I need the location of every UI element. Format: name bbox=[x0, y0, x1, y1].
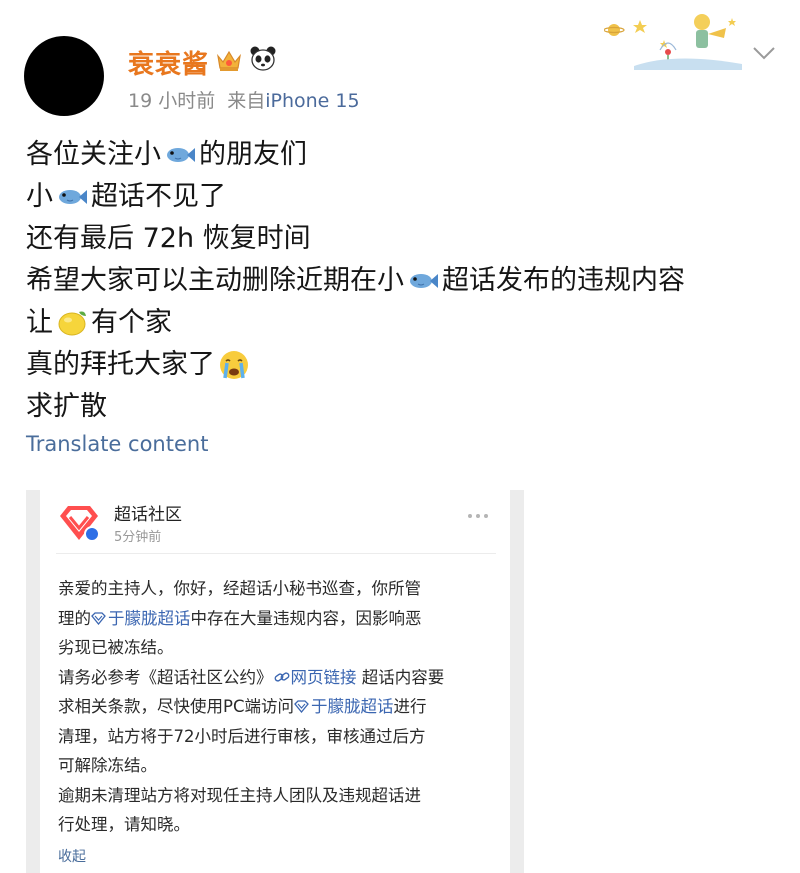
notice-body: 亲爱的主持人，你好，经超话小秘书巡查，你所管 理的 于朦胧超话中存在大量违规内容，因… bbox=[58, 574, 498, 840]
translate-link[interactable]: Translate content bbox=[26, 432, 208, 456]
chaohua-gem-icon bbox=[91, 611, 106, 625]
notice-text: 亲爱的主持人，你好，经超话小秘书巡查，你所管 bbox=[58, 579, 421, 598]
post-meta: 19 小时前 来自iPhone 15 bbox=[128, 86, 360, 113]
author-badges bbox=[214, 44, 278, 74]
lemon-icon bbox=[58, 311, 86, 336]
content-line: 小 超话不见了 bbox=[26, 176, 685, 218]
verified-icon bbox=[84, 526, 100, 542]
content-line: 真的拜托大家了 bbox=[26, 344, 685, 386]
notice-line: 清理，站方将于72小时后进行审核，审核通过后方 bbox=[58, 722, 498, 752]
card-account-name[interactable]: 超话社区 bbox=[114, 500, 182, 525]
fish-icon bbox=[167, 148, 195, 162]
notice-text: 超话内容要 bbox=[356, 667, 445, 687]
notice-line: 劣现已被冻结。 bbox=[58, 633, 498, 663]
post-content: 各位关注小 的朋友们小 超话不见了还有最后 72h 恢复时间希望大家可以主动删除近期… bbox=[26, 134, 685, 428]
device-name[interactable]: iPhone 15 bbox=[265, 90, 359, 112]
notice-link[interactable]: 网页链接 bbox=[291, 668, 357, 687]
notice-text: 求相关条款，尽快使用PC端访问 bbox=[58, 697, 294, 716]
content-text: 真的拜托大家了 bbox=[26, 349, 215, 380]
notice-card: 超话社区 5分钟前 亲爱的主持人，你好，经超话小秘书巡查，你所管 理的 于朦胧超话中… bbox=[40, 490, 510, 873]
notice-text: 请务必参考《超话社区公约》 bbox=[58, 667, 273, 687]
content-text: 小 bbox=[26, 181, 53, 212]
author-name[interactable]: 衰衰酱 bbox=[128, 44, 209, 81]
little-prince-decoration bbox=[604, 14, 742, 70]
notice-line: 请务必参考《超话社区公约》 网页链接 超话内容要 bbox=[58, 663, 498, 693]
panda-badge-icon[interactable] bbox=[248, 44, 278, 74]
chevron-down-icon[interactable] bbox=[752, 44, 776, 62]
content-text: 希望大家可以主动删除近期在小 bbox=[26, 265, 404, 296]
notice-text: 清理，站方将于72小时后进行审核，审核通过后方 bbox=[58, 726, 426, 746]
notice-link[interactable]: 于朦胧超话 bbox=[108, 609, 191, 628]
source-prefix: 来自 bbox=[227, 90, 266, 112]
avatar[interactable] bbox=[24, 36, 104, 116]
content-line: 让 有个家 bbox=[26, 302, 685, 344]
divider bbox=[56, 553, 496, 554]
content-line: 各位关注小 的朋友们 bbox=[26, 134, 685, 176]
content-text: 求扩散 bbox=[26, 391, 107, 422]
chaohua-gem-icon bbox=[294, 700, 309, 713]
post-time: 19 小时前 bbox=[128, 90, 216, 112]
link-icon bbox=[274, 671, 289, 682]
content-line: 求扩散 bbox=[26, 386, 685, 428]
notice-text: 中存在大量违规内容，因影响恶 bbox=[190, 608, 422, 628]
notice-line: 行处理，请知晓。 bbox=[58, 810, 498, 840]
notice-text: 理的 bbox=[58, 608, 91, 628]
content-text: 各位关注小 bbox=[26, 139, 161, 170]
notice-line: 逾期未清理站方将对现任主持人团队及违规超话进 bbox=[58, 781, 498, 811]
crown-badge-icon[interactable] bbox=[214, 44, 244, 74]
fish-icon bbox=[59, 190, 87, 204]
crying-face-icon bbox=[220, 351, 248, 379]
embedded-screenshot[interactable]: 超话社区 5分钟前 亲爱的主持人，你好，经超话小秘书巡查，你所管 理的 于朦胧超话中… bbox=[26, 490, 524, 873]
more-options-icon[interactable] bbox=[468, 514, 488, 518]
notice-line: 求相关条款，尽快使用PC端访问 于朦胧超话进行 bbox=[58, 692, 498, 722]
content-text: 的朋友们 bbox=[199, 139, 307, 170]
notice-text: 进行 bbox=[393, 697, 427, 716]
content-line: 希望大家可以主动删除近期在小 超话发布的违规内容 bbox=[26, 260, 685, 302]
content-text: 让 bbox=[26, 307, 53, 338]
card-time: 5分钟前 bbox=[114, 530, 162, 545]
notice-text: 可解除冻结。 bbox=[58, 756, 157, 775]
content-text: 还有最后 72h 恢复时间 bbox=[26, 223, 311, 254]
content-text: 超话发布的违规内容 bbox=[442, 265, 685, 296]
collapse-link[interactable]: 收起 bbox=[58, 846, 86, 866]
weibo-post: 衰衰酱 19 小时前 来自iPhone 15 各位关注小 的朋友们 小 超话不见… bbox=[0, 0, 800, 873]
content-line: 还有最后 72h 恢复时间 bbox=[26, 218, 685, 260]
fish-icon bbox=[410, 274, 438, 288]
notice-text: 劣现已被冻结。 bbox=[58, 638, 174, 657]
content-text: 超话不见了 bbox=[91, 181, 226, 212]
notice-text: 逾期未清理站方将对现任主持人团队及违规超话进 bbox=[58, 785, 421, 805]
notice-text: 行处理，请知晓。 bbox=[58, 815, 190, 834]
notice-link[interactable]: 于朦胧超话 bbox=[311, 697, 394, 716]
notice-line: 可解除冻结。 bbox=[58, 751, 498, 781]
content-text: 有个家 bbox=[91, 307, 172, 338]
notice-line: 亲爱的主持人，你好，经超话小秘书巡查，你所管 bbox=[58, 574, 498, 604]
notice-line: 理的 于朦胧超话中存在大量违规内容，因影响恶 bbox=[58, 604, 498, 634]
